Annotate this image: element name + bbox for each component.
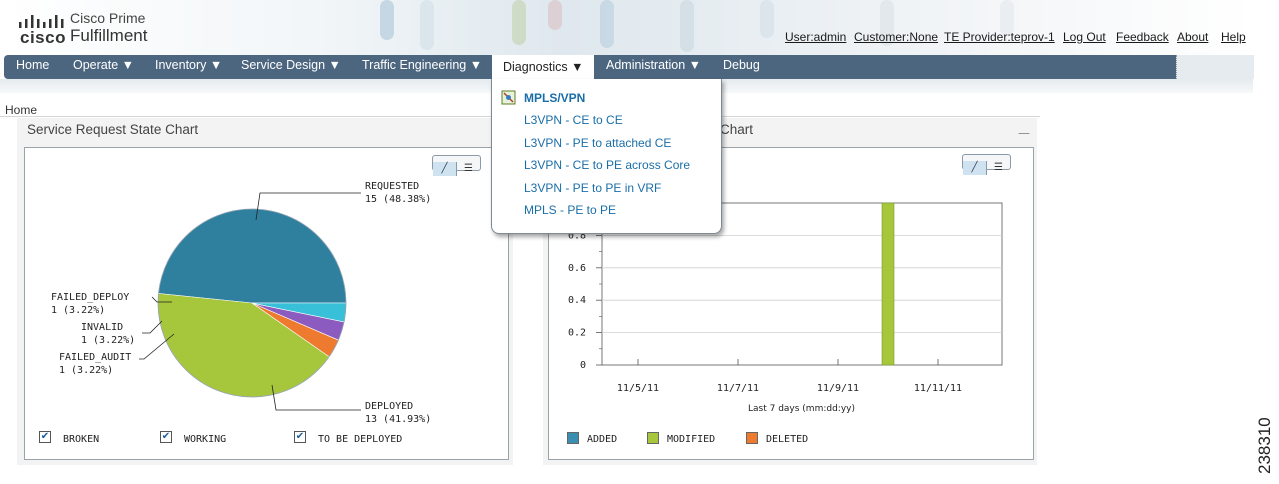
legend-deleted: DELETED	[766, 434, 809, 445]
figure-number: 238310	[1255, 417, 1274, 474]
breadcrumb[interactable]: Home	[5, 103, 37, 117]
menu-item-l3vpn-ce-to-ce[interactable]: L3VPN - CE to CE	[524, 113, 623, 127]
customer-link[interactable]: Customer:None	[854, 30, 938, 44]
user-link[interactable]: User:admin	[785, 30, 846, 44]
nav-diagnostics[interactable]: Diagnostics ▼	[492, 55, 595, 79]
nav-service-design[interactable]: Service Design ▼	[241, 58, 341, 72]
nav-inventory[interactable]: Inventory ▼	[155, 58, 222, 72]
x-tick-label: 11/11/11	[914, 383, 962, 394]
header-decoration	[420, 0, 434, 50]
y-tick-label: 0.4	[568, 295, 586, 306]
header-decoration	[680, 0, 694, 52]
legend-swatch-modified	[647, 432, 659, 444]
nav-home[interactable]: Home	[16, 58, 49, 72]
pie-label-requested: REQUESTED 15 (48.38%)	[365, 181, 432, 205]
pie-value-failed-audit: 1 (3.22%)	[59, 365, 114, 376]
product-name-line1: Cisco Prime	[70, 10, 146, 26]
nav-operate[interactable]: Operate ▼	[73, 58, 134, 72]
menu-item-l3vpn-pe-to-pe-in-vrf[interactable]: L3VPN - PE to PE in VRF	[524, 181, 661, 195]
working-checkbox[interactable]: ✔	[160, 431, 172, 443]
menu-item-l3vpn-pe-to-attached-ce[interactable]: L3VPN - PE to attached CE	[524, 136, 671, 150]
to-be-deployed-label: TO BE DEPLOYED	[318, 434, 403, 445]
help-link[interactable]: Help	[1221, 30, 1246, 44]
nav-administration[interactable]: Administration ▼	[606, 58, 701, 72]
x-axis-title: Last 7 days (mm:dd:yy)	[748, 404, 855, 414]
header-decoration	[380, 0, 394, 40]
header-decoration	[548, 0, 562, 30]
menu-item-l3vpn-ce-to-pe-across-core[interactable]: L3VPN - CE to PE across Core	[524, 158, 690, 172]
pie-label-failed-audit: FAILED_AUDIT 1 (3.22%)	[59, 352, 132, 376]
logout-link[interactable]: Log Out	[1063, 30, 1106, 44]
legend-swatch-deleted	[746, 432, 758, 444]
header-decoration	[760, 0, 774, 38]
legend-added: ADDED	[587, 434, 618, 445]
cisco-logo-text: cisco	[20, 28, 66, 47]
nav-debug[interactable]: Debug	[723, 58, 760, 72]
x-tick-label: 11/5/11	[617, 383, 659, 394]
minimize-panel-button[interactable]: —	[1018, 126, 1030, 140]
pie-value-failed-deploy: 1 (3.22%)	[51, 305, 106, 316]
feedback-link[interactable]: Feedback	[1116, 30, 1169, 44]
x-tick-label: 11/9/11	[817, 383, 859, 394]
pie-label-deployed: DEPLOYED 13 (41.93%)	[365, 401, 432, 425]
pie-value-invalid: 1 (3.22%)	[81, 335, 136, 346]
bar-modified[interactable]	[881, 202, 895, 366]
pie-label-invalid: INVALID 1 (3.22%)	[81, 322, 136, 346]
header-banner	[0, 0, 1253, 56]
working-label: WORKING	[184, 434, 227, 445]
header-decoration	[512, 0, 526, 45]
cisco-logo-bars-icon	[19, 15, 64, 28]
y-tick-label: 0	[580, 360, 586, 371]
panel-title-partial: Chart	[720, 122, 754, 137]
broken-label: BROKEN	[63, 434, 100, 445]
y-tick-label: 0.2	[568, 328, 586, 339]
te-provider-link[interactable]: TE Provider:teprov-1	[944, 30, 1055, 44]
pie-value-deployed: 13 (41.93%)	[365, 414, 432, 425]
y-tick-label: 0.6	[568, 263, 586, 274]
product-name-line2: Fulfillment	[70, 26, 148, 45]
broken-checkbox[interactable]: ✔	[39, 431, 51, 443]
legend-swatch-added	[567, 432, 579, 444]
panel-title: Service Request State Chart	[27, 122, 199, 137]
pie-label-failed-deploy: FAILED_DEPLOY 1 (3.22%)	[51, 292, 130, 316]
to-be-deployed-checkbox[interactable]: ✔	[294, 431, 306, 443]
header-decoration	[600, 0, 614, 48]
pie-slice-requested[interactable]	[158, 208, 347, 304]
menu-item-mpls-pe-to-pe[interactable]: MPLS - PE to PE	[524, 203, 616, 217]
mpls-vpn-icon	[501, 90, 516, 105]
about-link[interactable]: About	[1177, 30, 1208, 44]
nav-bar-end	[1176, 55, 1254, 79]
nav-traffic-engineering[interactable]: Traffic Engineering ▼	[362, 58, 482, 72]
pie-value-requested: 15 (48.38%)	[365, 194, 432, 205]
leader-line-invalid	[142, 320, 163, 334]
menu-header-mpls-vpn[interactable]: MPLS/VPN	[524, 91, 585, 105]
legend-modified: MODIFIED	[667, 434, 716, 445]
x-tick-label: 11/7/11	[717, 383, 759, 394]
